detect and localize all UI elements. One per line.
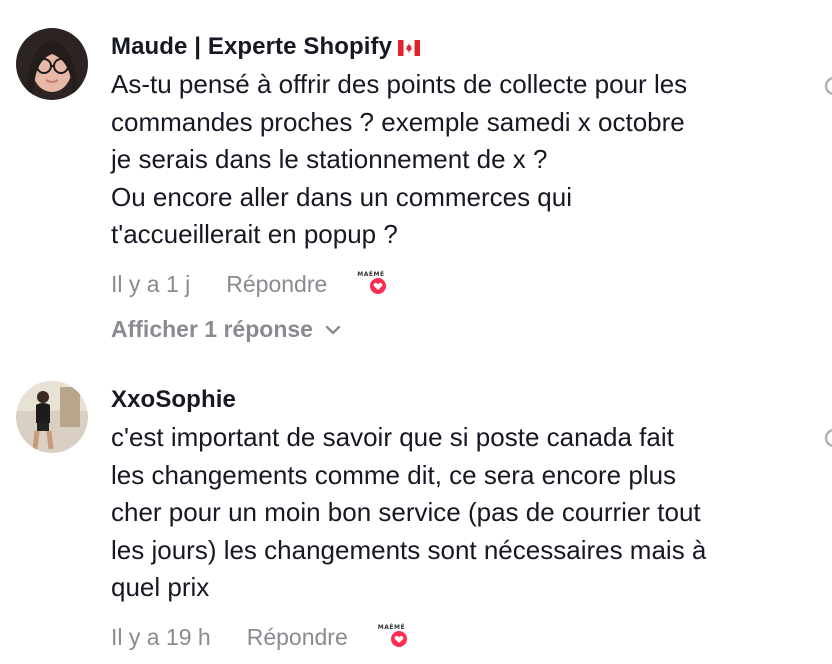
comment-meta: Il y a 1 j Répondre MAÉMÉ xyxy=(111,269,393,299)
canada-flag-icon xyxy=(398,35,421,63)
view-replies-button[interactable]: Afficher 1 réponse xyxy=(111,316,341,343)
avatar[interactable] xyxy=(16,381,88,453)
comment-text-line: Ou encore aller dans un commerces qui xyxy=(111,181,573,212)
like-icon[interactable] xyxy=(822,74,832,98)
avatar-image xyxy=(16,28,88,100)
comment-text: As-tu pensé à offrir des points de colle… xyxy=(111,66,801,254)
view-replies-label: Afficher 1 réponse xyxy=(111,316,313,342)
heart-icon xyxy=(370,278,387,294)
comment-text-line: cher pour un moin bon service (pas de co… xyxy=(111,497,701,527)
comment-text-line: je serais dans le stationnement de x ? xyxy=(111,144,548,174)
username-text: XxoSophie xyxy=(111,386,236,413)
comment-username[interactable]: Maude | Experte Shopify xyxy=(111,33,421,63)
comment-text-line: quel prix xyxy=(111,572,210,602)
comment-item: XxoSophie c'est important de savoir que … xyxy=(0,370,832,664)
comment-text: c'est important de savoir que si poste c… xyxy=(111,419,801,607)
comment-username[interactable]: XxoSophie xyxy=(111,386,236,414)
avatar-image xyxy=(16,381,88,453)
like-icon[interactable] xyxy=(822,426,832,450)
comment-timestamp: Il y a 19 h xyxy=(111,623,211,650)
username-text: Maude | Experte Shopify xyxy=(111,33,393,60)
heart-icon xyxy=(390,631,407,647)
comment-text-line: commandes proches ? exemple samedi x oct… xyxy=(111,106,685,137)
creator-liked-badge: MAÉMÉ xyxy=(378,622,414,652)
avatar[interactable] xyxy=(16,28,88,100)
comment-text-line: As-tu pensé à offrir des points de colle… xyxy=(111,69,688,99)
reply-button[interactable]: Répondre xyxy=(226,271,327,298)
chevron-down-icon xyxy=(325,325,341,334)
comment-text-line: c'est important de savoir que si poste c… xyxy=(111,422,674,452)
reply-button[interactable]: Répondre xyxy=(247,624,348,651)
creator-liked-badge: MAÉMÉ xyxy=(357,269,393,299)
comment-text-line: t'accueillerait en popup ? xyxy=(111,219,398,249)
creator-label: MAÉMÉ xyxy=(377,624,406,631)
comment-text-line: les jours) les changements sont nécessai… xyxy=(111,534,707,565)
comment-meta: Il y a 19 h Répondre MAÉMÉ xyxy=(111,622,414,652)
comment-text-line: les changements comme dit, ce sera encor… xyxy=(111,459,677,490)
comment-item: Maude | Experte Shopify As-tu pensé à of… xyxy=(0,0,832,360)
creator-label: MAÉMÉ xyxy=(357,271,385,278)
comment-timestamp: Il y a 1 j xyxy=(111,270,191,297)
